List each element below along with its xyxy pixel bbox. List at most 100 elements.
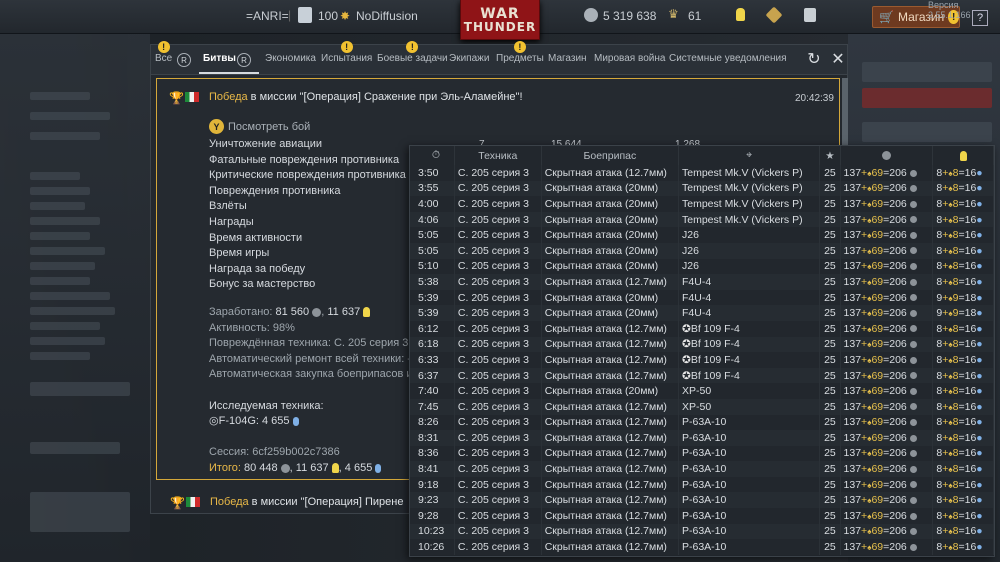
golden-eagle-icon: ♛ bbox=[668, 7, 679, 21]
kill-target: P-63A-10 bbox=[678, 414, 821, 431]
tab-system-notifications[interactable]: Системные уведомления bbox=[669, 53, 787, 64]
golden-eagles-balance[interactable]: 61 bbox=[688, 9, 701, 23]
kill-br: 25 bbox=[819, 492, 841, 509]
kill-target: ✪Bf 109 F-4 bbox=[678, 367, 821, 384]
auto-repair-line: Автоматический ремонт всей техники: - bbox=[209, 352, 411, 365]
tab-all-warning-icon: ! bbox=[157, 41, 170, 53]
kill-research: 8+♠8=16● bbox=[932, 165, 994, 181]
tab-store[interactable]: Магазин bbox=[548, 53, 587, 64]
gamepad-y-icon: Y bbox=[209, 119, 224, 134]
tab-battles-prev-icon[interactable]: R bbox=[177, 53, 191, 67]
kill-time: 9:28 bbox=[410, 508, 455, 524]
kill-silver-lions: 137+♠69=206 bbox=[840, 165, 934, 181]
kill-br: 25 bbox=[819, 274, 841, 290]
italy-flag-icon bbox=[185, 92, 199, 103]
kill-time: 5:05 bbox=[410, 227, 455, 243]
kill-vehicle: C. 205 серия 3 bbox=[454, 320, 542, 337]
kill-target: ✪Bf 109 F-4 bbox=[678, 336, 821, 353]
kill-time: 10:23 bbox=[410, 523, 455, 540]
kill-br: 25 bbox=[819, 320, 841, 337]
top-bar: =ANRI= | 100 ✸ NoDiffusion WAR THUNDER 5… bbox=[0, 0, 1000, 40]
tab-crews[interactable]: Экипажи bbox=[449, 53, 489, 64]
tab-battle-tasks[interactable]: Боевые задачи! bbox=[377, 41, 448, 64]
tab-items[interactable]: Предметы! bbox=[496, 41, 544, 64]
kill-time: 9:18 bbox=[410, 476, 455, 493]
tab-all[interactable]: Все! bbox=[155, 41, 172, 64]
refresh-icon[interactable]: ↻ bbox=[805, 50, 823, 68]
table-row: 6:33 C. 205 серия 3 Скрытная атака (12.7мм… bbox=[410, 352, 994, 368]
avatar[interactable] bbox=[298, 7, 312, 23]
kill-silver-lions: 137+♠69=206 bbox=[840, 289, 934, 306]
kill-ammo: Скрытная атака (12.7мм) bbox=[541, 414, 680, 431]
player-level: 100 bbox=[318, 9, 339, 23]
mission-text: в миссии "[Операция] Пирене bbox=[248, 496, 404, 508]
stat-label: Уничтожение авиации bbox=[209, 138, 323, 150]
table-row: 7:40 C. 205 серия 3 Скрытная атака (20мм) X… bbox=[410, 383, 994, 399]
kill-vehicle: C. 205 серия 3 bbox=[454, 352, 542, 368]
table-row: 6:37 C. 205 серия 3 Скрытная атака (12.7мм… bbox=[410, 367, 994, 384]
close-icon[interactable]: ✕ bbox=[829, 50, 847, 68]
researched-label: Исследуемая техника: bbox=[209, 399, 324, 412]
kill-ammo: Скрытная атака (12.7мм) bbox=[541, 336, 680, 353]
kill-vehicle: C. 205 серия 3 bbox=[454, 492, 542, 509]
kill-target: Tempest Mk.V (Vickers P) bbox=[678, 196, 821, 212]
kill-vehicle: C. 205 серия 3 bbox=[454, 258, 542, 275]
kill-time: 5:38 bbox=[410, 274, 455, 290]
kill-vehicle: C. 205 серия 3 bbox=[454, 445, 542, 462]
table-row: 4:06 C. 205 серия 3 Скрытная атака (20мм) T… bbox=[410, 211, 994, 228]
tab-battles[interactable]: Битвы bbox=[203, 53, 236, 64]
silver-lions-balance[interactable]: 5 319 638 bbox=[603, 9, 656, 23]
kill-target: P-63A-10 bbox=[678, 539, 821, 555]
kill-vehicle: C. 205 серия 3 bbox=[454, 398, 542, 415]
silver-lion-icon bbox=[840, 146, 934, 165]
kill-vehicle: C. 205 серия 3 bbox=[454, 414, 542, 431]
kill-target: P-63A-10 bbox=[678, 508, 821, 524]
war-thunder-logo[interactable]: WAR THUNDER bbox=[460, 0, 540, 40]
watch-battle-button[interactable]: Y Посмотреть бой bbox=[209, 119, 310, 134]
kill-ammo: Скрытная атака (20мм) bbox=[541, 383, 680, 399]
stat-label: Повреждения противника bbox=[209, 184, 341, 197]
kill-time: 5:10 bbox=[410, 258, 455, 275]
reward-summary: Заработано: 81 560 , 11 637 Активность: … bbox=[209, 305, 413, 477]
logo-text-war: WAR bbox=[480, 5, 520, 22]
table-row: 10:23 C. 205 серия 3 Скрытная атака (12.7м… bbox=[410, 523, 994, 540]
kill-target: ✪Bf 109 F-4 bbox=[678, 320, 821, 337]
kill-research: 8+♠8=16● bbox=[932, 492, 994, 509]
tab-world-war[interactable]: Мировая война bbox=[594, 53, 665, 64]
table-row: 8:31 C. 205 серия 3 Скрытная атака (12.7мм… bbox=[410, 430, 994, 446]
player-nickname[interactable]: NoDiffusion bbox=[356, 9, 418, 23]
table-row: 9:18 C. 205 серия 3 Скрытная атака (12.7мм… bbox=[410, 476, 994, 493]
kill-time: 4:06 bbox=[410, 211, 455, 228]
kill-br: 25 bbox=[819, 476, 841, 493]
kill-br: 25 bbox=[819, 242, 841, 259]
kill-time: 9:23 bbox=[410, 492, 455, 509]
kill-ammo: Скрытная атака (20мм) bbox=[541, 258, 680, 275]
research-bulb-icon[interactable] bbox=[736, 7, 745, 22]
research-target-icon: ◎ bbox=[209, 415, 219, 428]
table-row: 7:45 C. 205 серия 3 Скрытная атака (12.7мм… bbox=[410, 398, 994, 415]
kill-vehicle: C. 205 серия 3 bbox=[454, 508, 542, 524]
kill-vehicle: C. 205 серия 3 bbox=[454, 227, 542, 243]
kill-time: 6:18 bbox=[410, 336, 455, 353]
premium-diamond-icon[interactable] bbox=[765, 6, 783, 24]
squad-tag: =ANRI= bbox=[246, 9, 289, 23]
kill-vehicle: C. 205 серия 3 bbox=[454, 430, 542, 446]
tab-trials[interactable]: Испытания! bbox=[321, 41, 372, 64]
kill-ammo: Скрытная атака (20мм) bbox=[541, 242, 680, 259]
kill-time: 3:55 bbox=[410, 180, 455, 197]
table-row: 8:41 C. 205 серия 3 Скрытная атака (12.7мм… bbox=[410, 461, 994, 477]
kill-research: 8+♠8=16● bbox=[932, 242, 994, 259]
wager-ticket-icon[interactable] bbox=[804, 7, 816, 22]
table-row: 5:39 C. 205 серия 3 Скрытная атака (20мм) F… bbox=[410, 305, 994, 321]
kill-silver-lions: 137+♠69=206 bbox=[840, 398, 934, 415]
tab-battles-next-icon[interactable]: R bbox=[237, 53, 251, 67]
researched-vehicle: ◎F-104G: 4 655 bbox=[209, 414, 413, 430]
kill-target: P-63A-10 bbox=[678, 492, 821, 509]
tab-economy[interactable]: Экономика bbox=[265, 53, 316, 64]
kill-target: J26 bbox=[678, 227, 821, 243]
kill-vehicle: C. 205 серия 3 bbox=[454, 180, 542, 197]
kill-silver-lions: 137+♠69=206 bbox=[840, 539, 934, 555]
kill-silver-lions: 137+♠69=206 bbox=[840, 461, 934, 477]
table-row: 6:12 C. 205 серия 3 Скрытная атака (12.7мм… bbox=[410, 320, 994, 337]
kill-silver-lions: 137+♠69=206 bbox=[840, 305, 934, 321]
